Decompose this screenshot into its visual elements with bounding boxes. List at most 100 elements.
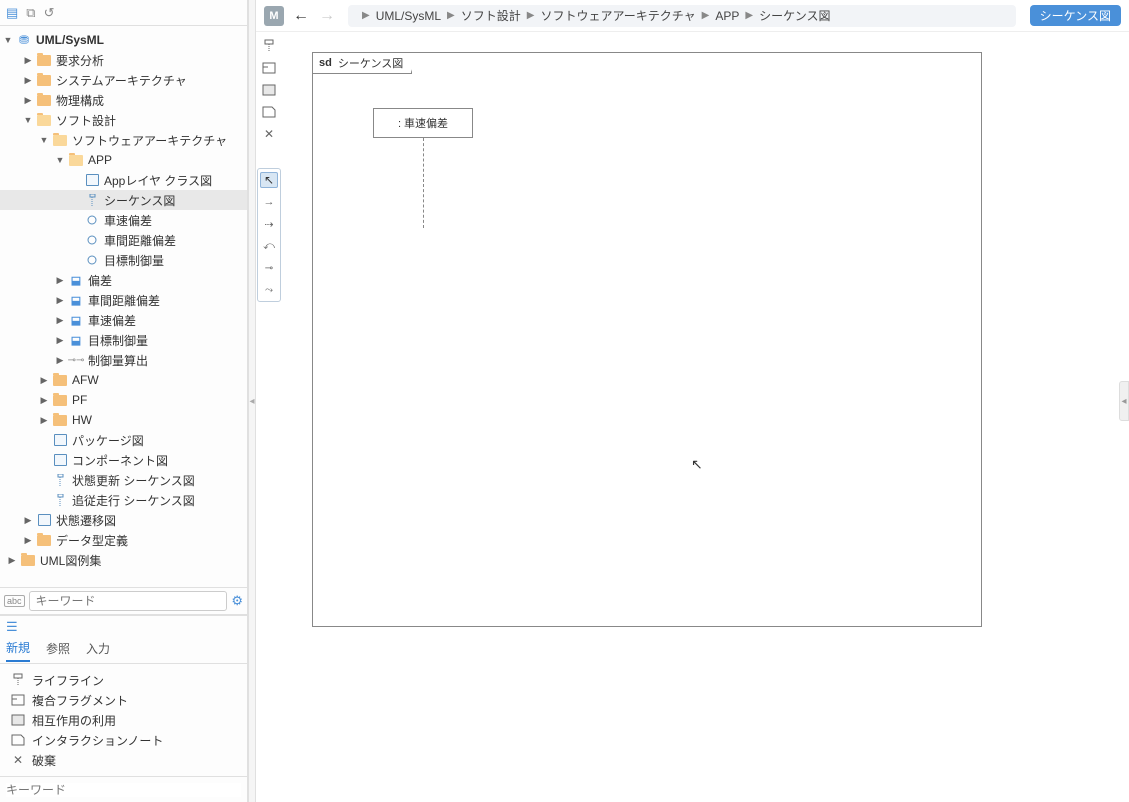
tool-icon-2[interactable]: ⧉ bbox=[26, 5, 35, 21]
pal-lost-msg-icon[interactable]: ⤳ bbox=[260, 282, 278, 298]
toggle-icon[interactable]: ▶ bbox=[54, 335, 66, 346]
pal-destroy-icon[interactable]: ✕ bbox=[260, 126, 278, 142]
tree-item-icon: ⊸⊸ bbox=[68, 353, 84, 367]
pal-return-msg-icon[interactable]: ⤺ bbox=[260, 238, 278, 254]
tool-icon-1[interactable]: ▤ bbox=[6, 5, 18, 21]
toggle-icon[interactable]: ▶ bbox=[22, 515, 34, 526]
nav-back[interactable]: ← bbox=[292, 7, 310, 25]
tree-item-label: 車速偏差 bbox=[88, 312, 136, 329]
tree-item[interactable]: ▶⬓車速偏差 bbox=[0, 310, 247, 330]
toggle-icon[interactable]: ▶ bbox=[54, 355, 66, 366]
lifeline-head[interactable]: : 車速偏差 bbox=[373, 108, 473, 138]
bp-list-icon[interactable]: ☰ bbox=[6, 619, 18, 635]
tree-item-label: APP bbox=[88, 153, 112, 167]
toggle-icon[interactable]: ▶ bbox=[6, 555, 18, 566]
toggle-icon[interactable]: ▼ bbox=[2, 35, 14, 45]
pal-note-icon[interactable] bbox=[260, 104, 278, 120]
lifeline-line[interactable] bbox=[423, 138, 424, 228]
toggle-icon[interactable]: ▶ bbox=[38, 415, 50, 426]
pal-create-msg-icon[interactable]: ⊸ bbox=[260, 260, 278, 276]
frame-label[interactable]: sd シーケンス図 bbox=[312, 52, 412, 74]
tree-item[interactable]: 目標制御量 bbox=[0, 250, 247, 270]
toggle-icon[interactable]: ▶ bbox=[22, 535, 34, 546]
toggle-icon[interactable]: ▶ bbox=[22, 95, 34, 106]
bp-item[interactable]: インタラクションノート bbox=[0, 730, 247, 750]
fragment-icon bbox=[10, 694, 26, 706]
canvas-scroll[interactable]: sd シーケンス図 : 車速偏差 bbox=[282, 32, 1129, 802]
toggle-icon[interactable]: ▶ bbox=[54, 295, 66, 306]
tree-item-icon bbox=[52, 473, 68, 487]
toggle-icon[interactable]: ▼ bbox=[22, 115, 34, 125]
tree-item[interactable]: ▼ソフトウェアアーキテクチャ bbox=[0, 130, 247, 150]
bp-tab[interactable]: 新規 bbox=[6, 639, 30, 662]
tree-item[interactable]: ▶⊸⊸制御量算出 bbox=[0, 350, 247, 370]
diagram-canvas[interactable]: sd シーケンス図 : 車速偏差 bbox=[312, 52, 982, 627]
diagram-type-badge[interactable]: シーケンス図 bbox=[1030, 5, 1121, 26]
tree-item[interactable]: ▶状態遷移図 bbox=[0, 510, 247, 530]
breadcrumb-item[interactable]: シーケンス図 bbox=[759, 7, 830, 24]
bp-item[interactable]: 複合フラグメント bbox=[0, 690, 247, 710]
tree-item[interactable]: ▶HW bbox=[0, 410, 247, 430]
toggle-icon[interactable]: ▶ bbox=[38, 375, 50, 386]
lifeline[interactable]: : 車速偏差 bbox=[373, 108, 473, 228]
toggle-icon[interactable]: ▶ bbox=[22, 75, 34, 86]
tree-item[interactable]: ▶PF bbox=[0, 390, 247, 410]
toggle-icon[interactable]: ▼ bbox=[54, 155, 66, 165]
toggle-icon[interactable]: ▶ bbox=[54, 315, 66, 326]
interaction-icon bbox=[10, 714, 26, 726]
toggle-icon[interactable]: ▶ bbox=[54, 275, 66, 286]
tree-item[interactable]: ▼ソフト設計 bbox=[0, 110, 247, 130]
tree-item[interactable]: ▶AFW bbox=[0, 370, 247, 390]
tree-item[interactable]: Appレイヤ クラス図 bbox=[0, 170, 247, 190]
tree-item[interactable]: ▶データ型定義 bbox=[0, 530, 247, 550]
tree-item[interactable]: 車間距離偏差 bbox=[0, 230, 247, 250]
tree-root[interactable]: ▼ ⛃ UML/SysML bbox=[0, 30, 247, 50]
breadcrumb-item[interactable]: ソフトウェアアーキテクチャ bbox=[540, 7, 695, 24]
tool-icon-3[interactable]: ↺ bbox=[44, 5, 55, 21]
search-input[interactable] bbox=[29, 591, 228, 611]
bp-tab[interactable]: 入力 bbox=[86, 640, 110, 661]
pal-select-icon[interactable]: ↖ bbox=[260, 172, 278, 188]
breadcrumb[interactable]: ▶UML/SysML▶ソフト設計▶ソフトウェアアーキテクチャ▶APP▶シーケンス… bbox=[348, 5, 1016, 27]
tree-item[interactable]: パッケージ図 bbox=[0, 430, 247, 450]
tree-item[interactable]: コンポーネント図 bbox=[0, 450, 247, 470]
breadcrumb-item[interactable]: ソフト設計 bbox=[461, 7, 521, 24]
tree-item[interactable]: ▶⬓目標制御量 bbox=[0, 330, 247, 350]
tree-item[interactable]: ▶システムアーキテクチャ bbox=[0, 70, 247, 90]
bp-item-label: 相互作用の利用 bbox=[32, 712, 116, 729]
bp-item[interactable]: 相互作用の利用 bbox=[0, 710, 247, 730]
pal-lifeline-icon[interactable] bbox=[260, 38, 278, 54]
breadcrumb-item[interactable]: UML/SysML bbox=[376, 9, 441, 23]
tree-item[interactable]: 車速偏差 bbox=[0, 210, 247, 230]
tree-item-icon: ⬓ bbox=[68, 293, 84, 307]
tree-item[interactable]: ▶物理構成 bbox=[0, 90, 247, 110]
tree-item[interactable]: ▼ APP bbox=[0, 150, 247, 170]
tree-item[interactable]: ▶要求分析 bbox=[0, 50, 247, 70]
tree-item-icon bbox=[84, 233, 100, 247]
breadcrumb-item[interactable]: APP bbox=[715, 9, 739, 23]
search-filter-icon[interactable]: ⚙ bbox=[231, 593, 243, 609]
project-tree[interactable]: ▼ ⛃ UML/SysML ▶要求分析▶システムアーキテクチャ▶物理構成▼ソフト… bbox=[0, 26, 247, 587]
pal-interaction-icon[interactable] bbox=[260, 82, 278, 98]
bp-item[interactable]: ライフライン bbox=[0, 670, 247, 690]
tree-item[interactable]: ▶⬓偏差 bbox=[0, 270, 247, 290]
search-type-icon[interactable]: abc bbox=[4, 595, 25, 607]
keyword-input[interactable] bbox=[6, 783, 241, 797]
model-badge[interactable]: M bbox=[264, 6, 284, 26]
pal-async-msg-icon[interactable]: ⇢ bbox=[260, 216, 278, 232]
tree-item[interactable]: ▶UML図例集 bbox=[0, 550, 247, 570]
tree-item[interactable]: ▶⬓車間距離偏差 bbox=[0, 290, 247, 310]
toggle-icon[interactable]: ▼ bbox=[38, 135, 50, 145]
pal-fragment-icon[interactable] bbox=[260, 60, 278, 76]
toggle-icon[interactable]: ▶ bbox=[38, 395, 50, 406]
bp-tab[interactable]: 参照 bbox=[46, 640, 70, 661]
right-panel-handle[interactable]: ◂ bbox=[1119, 381, 1129, 421]
tree-item[interactable]: 状態更新 シーケンス図 bbox=[0, 470, 247, 490]
tree-item[interactable]: 追従走行 シーケンス図 bbox=[0, 490, 247, 510]
toggle-icon[interactable]: ▶ bbox=[22, 55, 34, 66]
bp-item[interactable]: ✕破棄 bbox=[0, 750, 247, 770]
tree-item-icon: ⬓ bbox=[68, 333, 84, 347]
splitter[interactable]: ◂ bbox=[248, 0, 256, 802]
tree-item[interactable]: シーケンス図 bbox=[0, 190, 247, 210]
pal-sync-msg-icon[interactable]: → bbox=[260, 194, 278, 210]
